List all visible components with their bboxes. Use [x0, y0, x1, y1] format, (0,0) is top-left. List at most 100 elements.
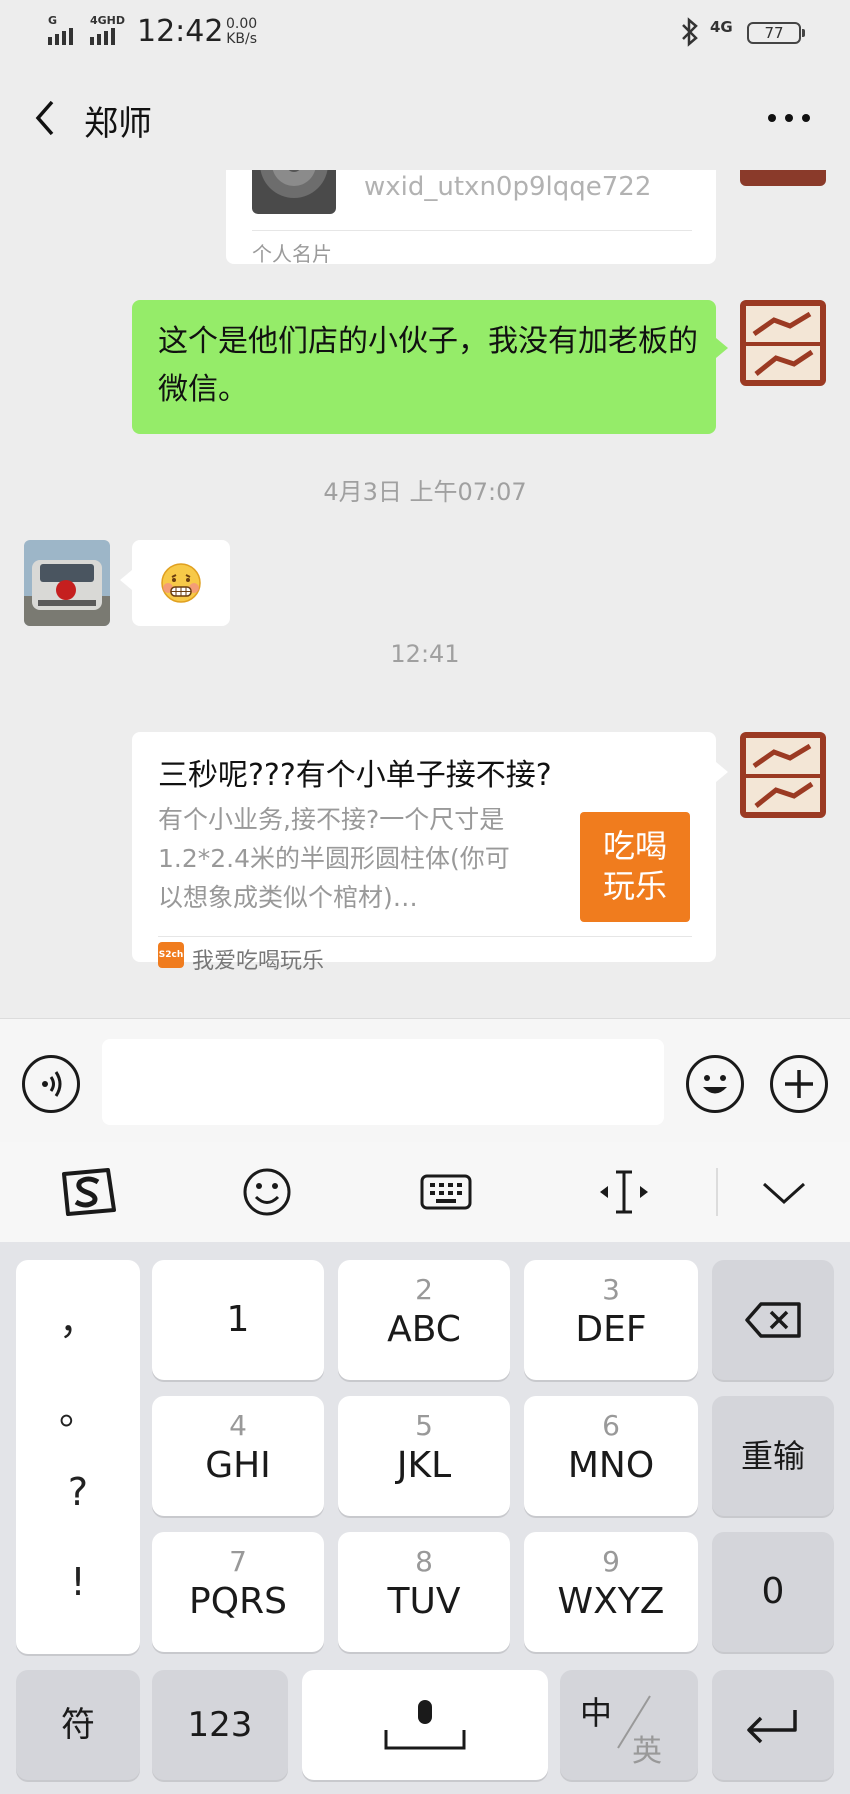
keyboard: ， 。 ? ! 1 2 ABC 3 DEF 4 GHI 5 JKL 6 MNO … — [0, 1242, 850, 1794]
key-number: 8 — [415, 1545, 433, 1578]
backspace-key[interactable] — [712, 1260, 834, 1380]
microphone-icon — [384, 1700, 466, 1750]
contact-avatar[interactable] — [24, 540, 110, 626]
symbol-key[interactable]: 。 — [16, 1380, 140, 1435]
key-9[interactable]: 9 WXYZ — [524, 1532, 698, 1652]
number-mode-key[interactable]: 123 — [152, 1670, 288, 1780]
key-5[interactable]: 5 JKL — [338, 1396, 510, 1516]
timestamp: 12:41 — [390, 640, 460, 668]
chat-area[interactable]: wxid_utxn0p9lqqe722 个人名片 这个是他们店的小伙子，我没有加… — [0, 170, 850, 1018]
key-7[interactable]: 7 PQRS — [152, 1532, 324, 1652]
key-letters: GHI — [205, 1445, 271, 1486]
key-label: 1 — [226, 1299, 250, 1340]
speed-value: 0.00 — [226, 16, 258, 32]
key-letters: JKL — [396, 1445, 452, 1486]
signal-icon — [48, 28, 73, 45]
reinput-key[interactable]: 重输 — [712, 1396, 834, 1516]
key-0[interactable]: 0 — [712, 1532, 834, 1652]
battery-icon: 77 — [747, 22, 805, 44]
bubble-tail — [716, 338, 728, 358]
speed-unit: KB/s — [226, 31, 257, 47]
link-card-description: 有个小业务,接不接?一个尺寸是1.2*2.4米的半圆形圆柱体(你可以想象成类似个… — [158, 805, 510, 912]
avatar[interactable] — [740, 170, 826, 186]
key-number: 4 — [229, 1409, 247, 1442]
voice-icon[interactable] — [22, 1055, 80, 1113]
signal-label-1: G — [48, 14, 58, 27]
link-card-thumbnail: 吃喝 玩乐 — [580, 812, 690, 922]
key-number: 6 — [602, 1409, 620, 1442]
key-2[interactable]: 2 ABC — [338, 1260, 510, 1380]
grimacing-face-emoji — [161, 563, 201, 603]
input-bar — [0, 1018, 850, 1142]
thumb-text-1: 吃喝 — [602, 827, 667, 865]
smiley-icon[interactable] — [686, 1055, 744, 1113]
card-photo — [252, 170, 336, 214]
contact-card-bubble[interactable]: wxid_utxn0p9lqqe722 个人名片 — [226, 170, 716, 266]
key-number: 7 — [229, 1545, 247, 1578]
symbol-key[interactable]: ， — [16, 1290, 140, 1345]
clock: 12:42 — [137, 14, 224, 49]
chevron-left-icon[interactable] — [26, 96, 70, 140]
received-emoji-bubble[interactable] — [132, 540, 230, 626]
toolbar-divider — [716, 1168, 718, 1216]
bluetooth-icon — [682, 17, 698, 47]
sent-message-text: 这个是他们店的小伙子，我没有加老板的微信。 — [158, 324, 698, 407]
symbol-mode-key[interactable]: 符 — [16, 1670, 140, 1780]
lang-en-label: 英 — [632, 1734, 662, 1769]
plus-icon[interactable] — [770, 1055, 828, 1113]
key-3[interactable]: 3 DEF — [524, 1260, 698, 1380]
lang-zh-label: 中 — [580, 1694, 613, 1732]
sent-message-bubble[interactable]: 这个是他们店的小伙子，我没有加老板的微信。 — [132, 300, 716, 434]
network-type: 4G — [710, 18, 733, 36]
link-card-title: 三秒呢???有个小单子接不接? — [158, 758, 552, 793]
key-letters: ABC — [387, 1309, 461, 1350]
key-letters: PQRS — [189, 1581, 287, 1622]
backspace-icon — [745, 1302, 801, 1338]
key-number: 2 — [415, 1273, 433, 1306]
keyboard-icon[interactable] — [416, 1166, 476, 1218]
key-label: 0 — [761, 1571, 785, 1612]
key-number: 9 — [602, 1545, 620, 1578]
symbol-mode-label: 符 — [61, 1705, 95, 1745]
sogou-logo-icon[interactable] — [58, 1166, 118, 1218]
key-letters: WXYZ — [557, 1581, 665, 1622]
enter-icon — [747, 1710, 797, 1744]
cursor-move-icon[interactable] — [594, 1166, 654, 1218]
key-6[interactable]: 6 MNO — [524, 1396, 698, 1516]
key-number: 5 — [415, 1409, 433, 1442]
chevron-down-icon[interactable] — [754, 1166, 814, 1218]
network-speed: 0.00 KB/s — [226, 17, 257, 47]
space-key[interactable] — [302, 1670, 548, 1780]
status-bar: G 4GHD 12:42 0.00 KB/s 4G 77 — [0, 0, 850, 66]
card-wxid: wxid_utxn0p9lqqe722 — [364, 172, 652, 202]
key-1[interactable]: 1 — [152, 1260, 324, 1380]
title-bar: 郑师 — [0, 66, 850, 170]
self-avatar[interactable] — [740, 300, 826, 386]
more-dots-icon[interactable] — [764, 96, 814, 140]
source-logo-icon: S2ch — [158, 942, 184, 968]
link-card-source: 我爱吃喝玩乐 — [192, 949, 325, 974]
key-8[interactable]: 8 TUV — [338, 1532, 510, 1652]
thumb-text-2: 玩乐 — [602, 867, 667, 905]
battery-level: 77 — [764, 24, 784, 42]
language-switch-key[interactable]: 中 英 — [560, 1670, 698, 1780]
symbol-column[interactable]: ， 。 ? ! — [16, 1260, 140, 1654]
reinput-label: 重输 — [740, 1437, 805, 1475]
key-letters: MNO — [567, 1445, 655, 1486]
key-letters: DEF — [575, 1309, 647, 1350]
symbol-key[interactable]: ? — [16, 1470, 140, 1514]
card-divider — [252, 230, 692, 231]
signal-icon-2 — [90, 28, 115, 45]
key-letters: TUV — [387, 1581, 461, 1622]
enter-key[interactable] — [712, 1670, 834, 1780]
link-card-bubble[interactable]: 三秒呢???有个小单子接不接? 有个小业务,接不接?一个尺寸是1.2*2.4米的… — [132, 732, 716, 974]
message-input[interactable] — [102, 1039, 664, 1125]
key-4[interactable]: 4 GHI — [152, 1396, 324, 1516]
smiley-icon[interactable] — [237, 1166, 297, 1218]
link-card-divider — [158, 936, 692, 937]
card-footer: 个人名片 — [252, 242, 332, 266]
keyboard-toolbar — [0, 1142, 850, 1242]
symbol-key[interactable]: ! — [16, 1560, 140, 1604]
self-avatar[interactable] — [740, 732, 826, 818]
bubble-tail-left — [120, 570, 132, 590]
